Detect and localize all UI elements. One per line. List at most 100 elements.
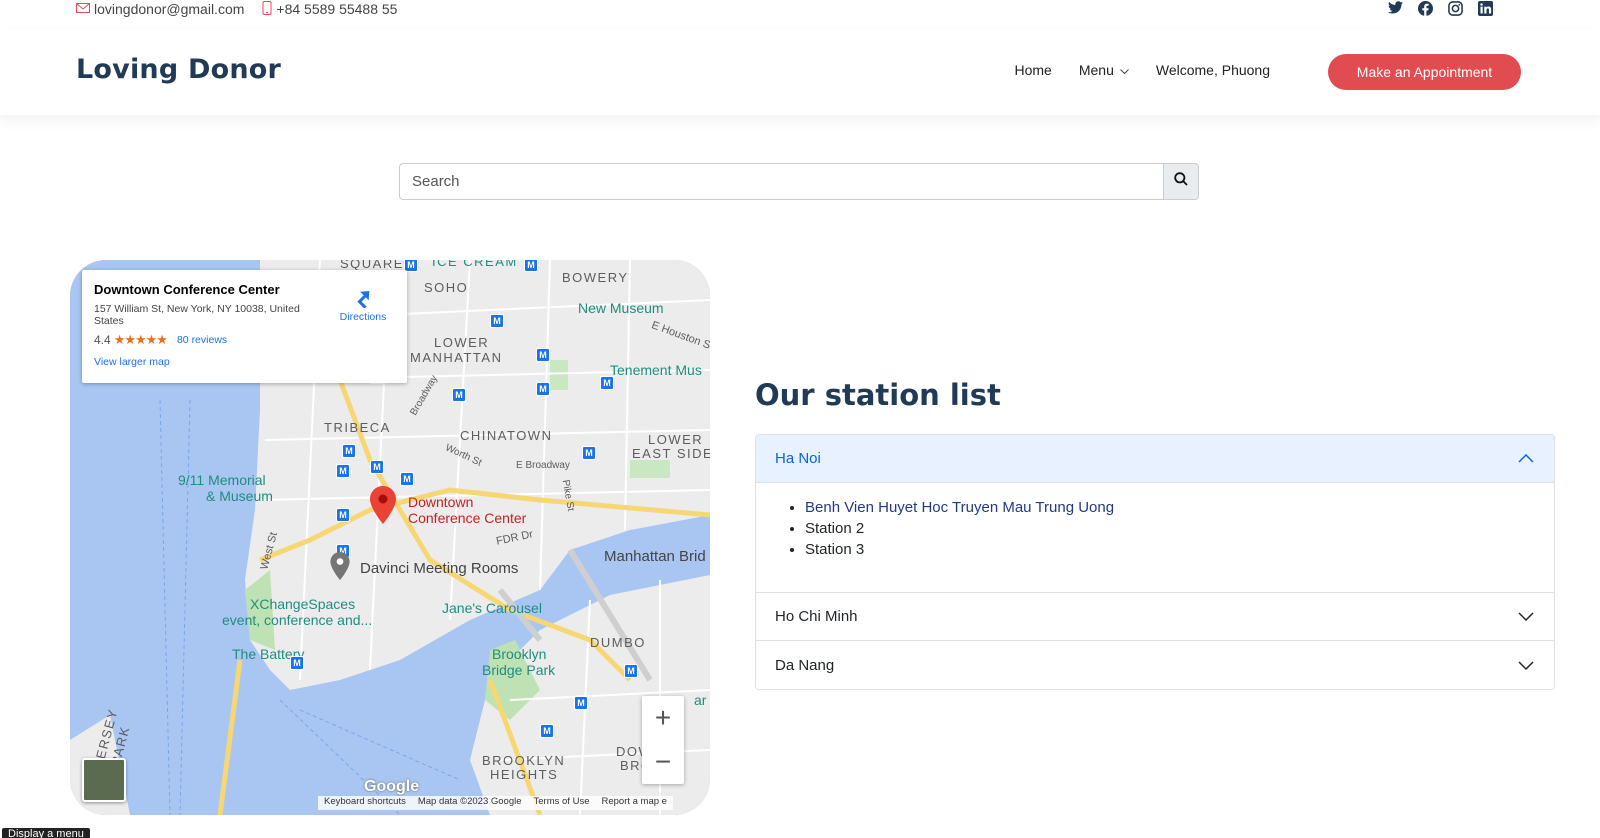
map-data-text: Map data ©2023 Google <box>417 796 522 807</box>
satellite-toggle[interactable] <box>82 758 126 802</box>
email-text: lovingdonor@gmail.com <box>94 1 245 17</box>
station-list-title: Our station list <box>755 378 1001 412</box>
map-label-heights: HEIGHTS <box>490 767 559 782</box>
instagram-icon[interactable] <box>1448 1 1464 17</box>
accordion-header-ha-noi[interactable]: Ha Noi <box>756 435 1554 483</box>
top-bar: lovingdonor@gmail.com +84 5589 55488 55 <box>0 0 1600 30</box>
region-name: Ho Chi Minh <box>775 608 858 625</box>
terms-of-use-link[interactable]: Terms of Use <box>528 796 596 810</box>
map-zoom-control: + − <box>642 696 684 784</box>
station-link[interactable]: Benh Vien Huyet Hoc Truyen Mau Trung Uon… <box>805 499 1114 516</box>
metro-icon[interactable]: M <box>582 446 596 460</box>
twitter-icon[interactable] <box>1388 1 1404 17</box>
station-accordion: Ha Noi Benh Vien Huyet Hoc Truyen Mau Tr… <box>755 434 1555 690</box>
search-bar <box>399 163 1199 200</box>
phone-contact[interactable]: +84 5589 55488 55 <box>262 0 398 18</box>
phone-icon <box>262 0 276 18</box>
tooltip-display-menu: Display a menu <box>2 828 90 838</box>
search-button[interactable] <box>1163 163 1199 200</box>
email-contact[interactable]: lovingdonor@gmail.com <box>76 1 244 17</box>
list-item: Benh Vien Huyet Hoc Truyen Mau Trung Uon… <box>805 497 1534 518</box>
map-label-lower: LOWER <box>434 335 490 350</box>
accordion-header-da-nang[interactable]: Da Nang <box>756 641 1554 689</box>
metro-icon[interactable]: M <box>400 472 414 486</box>
map-poi-brooklyn-park-1: Brooklyn <box>492 646 547 662</box>
metro-icon[interactable]: M <box>336 508 350 522</box>
map-label-tribeca: TRIBECA <box>324 420 391 435</box>
list-item[interactable]: Station 2 <box>805 518 1534 539</box>
metro-icon[interactable]: M <box>290 656 304 670</box>
gray-pin-icon[interactable] <box>330 552 350 585</box>
map-label-chinatown: CHINATOWN <box>460 428 553 443</box>
metro-icon[interactable]: M <box>336 464 350 478</box>
facebook-icon[interactable] <box>1418 1 1434 17</box>
metro-icon[interactable]: M <box>524 260 538 272</box>
embedded-map[interactable]: SQUARE ICE CREAM BOWERY SOHO New Museum … <box>70 260 710 815</box>
accordion-header-ho-chi-minh[interactable]: Ho Chi Minh <box>756 593 1554 641</box>
list-item[interactable]: Station 3 <box>805 539 1534 560</box>
region-name: Ha Noi <box>775 450 821 467</box>
site-header: Loving Donor Home Menu Welcome, Phuong M… <box>0 30 1600 115</box>
map-info-card: Downtown Conference Center 157 William S… <box>82 270 407 383</box>
site-logo[interactable]: Loving Donor <box>76 54 281 85</box>
map-poi-memorial-2: & Museum <box>206 488 273 504</box>
map-label-ar: ar <box>694 692 707 708</box>
social-links <box>1374 1 1494 17</box>
keyboard-shortcuts-link[interactable]: Keyboard shortcuts <box>318 796 412 810</box>
phone-text: +84 5589 55488 55 <box>276 1 398 17</box>
directions-icon <box>351 291 375 311</box>
map-poi-manhattan-bridge: Manhattan Brid <box>604 548 706 565</box>
contact-info: lovingdonor@gmail.com +84 5589 55488 55 <box>76 0 415 18</box>
directions-button[interactable]: Directions <box>328 284 398 323</box>
map-poi-xchange-1: XChangeSpaces <box>250 596 356 612</box>
chevron-down-icon <box>1120 62 1129 78</box>
map-poi-janes: Jane's Carousel <box>442 600 542 616</box>
nav-welcome-user[interactable]: Welcome, Phuong <box>1156 62 1270 78</box>
metro-icon[interactable]: M <box>624 664 638 678</box>
directions-label: Directions <box>339 311 387 323</box>
metro-icon[interactable]: M <box>536 382 550 396</box>
metro-icon[interactable]: M <box>370 460 384 474</box>
search-icon <box>1174 172 1188 191</box>
search-input[interactable] <box>399 163 1163 200</box>
map-label-manhattan: MANHATTAN <box>410 350 503 365</box>
metro-icon[interactable]: M <box>452 388 466 402</box>
map-poi-downtown-2: Conference Center <box>408 510 527 526</box>
star-rating-icon: ★★★★★ <box>113 332 168 347</box>
chevron-up-icon <box>1518 450 1534 467</box>
report-map-error-link[interactable]: Report a map e <box>595 796 672 810</box>
region-name: Da Nang <box>775 656 835 674</box>
zoom-in-button[interactable]: + <box>642 696 684 740</box>
chevron-down-icon <box>1518 608 1534 625</box>
main-nav: Home Menu Welcome, Phuong <box>987 62 1270 78</box>
map-label-east-side: EAST SIDE <box>632 446 710 461</box>
location-pin-icon[interactable] <box>370 486 396 529</box>
map-label-lower-east: LOWER <box>648 432 704 447</box>
envelope-icon <box>76 1 94 17</box>
rating-value: 4.4 <box>94 333 111 347</box>
make-appointment-button[interactable]: Make an Appointment <box>1328 54 1521 90</box>
metro-icon[interactable]: M <box>600 376 614 390</box>
map-attribution: Keyboard shortcuts Map data ©2023 Google… <box>318 796 673 810</box>
nav-menu-label: Menu <box>1078 62 1114 78</box>
map-label-e-broadway: E Broadway <box>516 460 570 471</box>
nav-menu[interactable]: Menu <box>1079 62 1129 78</box>
map-poi-brooklyn-park-2: Bridge Park <box>482 662 556 678</box>
map-poi-downtown-1: Downtown <box>408 494 474 510</box>
map-poi-davinci: Davinci Meeting Rooms <box>360 560 519 577</box>
map-label-dumbo: DUMBO <box>590 635 646 650</box>
map-poi-xchange-2: event, conference and... <box>222 612 373 628</box>
station-list: Benh Vien Huyet Hoc Truyen Mau Trung Uon… <box>805 497 1534 560</box>
linkedin-icon[interactable] <box>1478 1 1494 17</box>
nav-home[interactable]: Home <box>1014 62 1051 78</box>
metro-icon[interactable]: M <box>342 444 356 458</box>
metro-icon[interactable]: M <box>536 348 550 362</box>
metro-icon[interactable]: M <box>574 696 588 710</box>
chevron-down-icon <box>1518 657 1534 674</box>
zoom-out-button[interactable]: − <box>642 740 684 784</box>
view-larger-map-link[interactable]: View larger map <box>94 356 395 368</box>
reviews-link[interactable]: 80 reviews <box>177 334 227 346</box>
metro-icon[interactable]: M <box>490 314 504 328</box>
map-label-brooklyn: BROOKLYN <box>482 753 566 768</box>
metro-icon[interactable]: M <box>540 724 554 738</box>
